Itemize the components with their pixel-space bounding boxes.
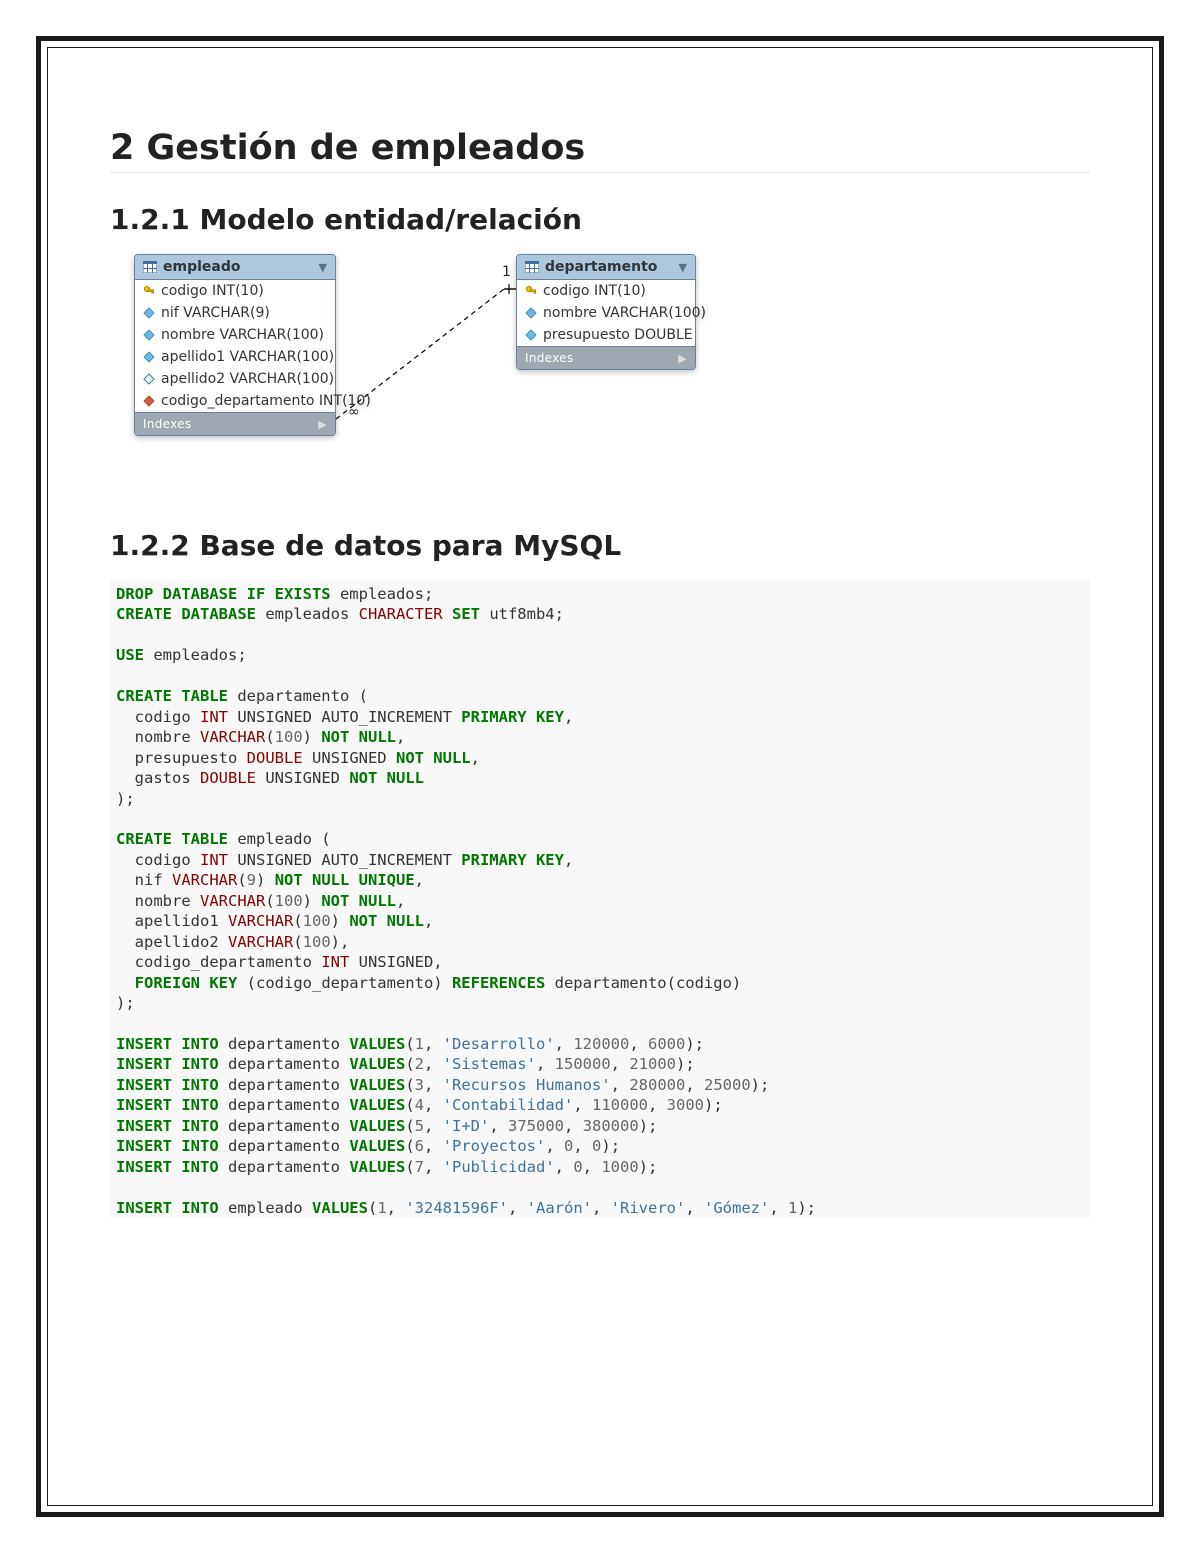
- er-table-departamento-header: departamento ▼: [517, 255, 695, 280]
- column-type-icon: [143, 373, 155, 385]
- er-column: apellido1 VARCHAR(100): [135, 346, 335, 368]
- er-column: codigo_departamento INT(10): [135, 390, 335, 412]
- er-column: nombre VARCHAR(100): [517, 302, 695, 324]
- column-definition: nif VARCHAR(9): [161, 305, 270, 321]
- play-icon: ▶: [318, 418, 327, 431]
- er-diagram: empleado ▼ codigo INT(10) nif VARCHAR(9) n…: [110, 254, 1090, 499]
- column-definition: nombre VARCHAR(100): [161, 327, 324, 343]
- er-column: nombre VARCHAR(100): [135, 324, 335, 346]
- collapse-icon: ▼: [319, 261, 327, 274]
- column-definition: codigo INT(10): [543, 283, 646, 299]
- collapse-icon: ▼: [679, 261, 687, 274]
- column-definition: presupuesto DOUBLE: [543, 327, 693, 343]
- play-icon: ▶: [678, 352, 687, 365]
- indexes-label: Indexes: [143, 417, 191, 431]
- er-table-departamento: departamento ▼ codigo INT(10) nombre VARC…: [516, 254, 696, 370]
- er-table-departamento-name: departamento: [545, 259, 657, 275]
- column-definition: nombre VARCHAR(100): [543, 305, 706, 321]
- page-border-outer: 2 Gestión de empleados 1.2.1 Modelo enti…: [36, 36, 1164, 1517]
- er-column: codigo INT(10): [517, 280, 695, 302]
- column-definition: apellido2 VARCHAR(100): [161, 371, 334, 387]
- er-table-empleado-columns: codigo INT(10) nif VARCHAR(9) nombre VARCH…: [135, 280, 335, 412]
- column-type-icon: [143, 285, 155, 297]
- column-definition: codigo INT(10): [161, 283, 264, 299]
- table-icon: [143, 261, 157, 273]
- column-definition: apellido1 VARCHAR(100): [161, 349, 334, 365]
- indexes-label: Indexes: [525, 351, 573, 365]
- table-icon: [525, 261, 539, 273]
- er-table-empleado-footer: Indexes ▶: [135, 412, 335, 435]
- er-table-departamento-columns: codigo INT(10) nombre VARCHAR(100) presupu…: [517, 280, 695, 346]
- er-relationship-line: [334, 269, 516, 434]
- er-table-empleado: empleado ▼ codigo INT(10) nif VARCHAR(9) n…: [134, 254, 336, 436]
- er-table-empleado-name: empleado: [163, 259, 241, 275]
- er-table-departamento-footer: Indexes ▶: [517, 346, 695, 369]
- cardinality-many-label: ∞: [348, 404, 360, 420]
- column-type-icon: [143, 395, 155, 407]
- er-column: presupuesto DOUBLE: [517, 324, 695, 346]
- column-type-icon: [143, 351, 155, 363]
- er-table-empleado-header: empleado ▼: [135, 255, 335, 280]
- column-type-icon: [525, 307, 537, 319]
- er-column: codigo INT(10): [135, 280, 335, 302]
- column-type-icon: [143, 307, 155, 319]
- sql-code-block: DROP DATABASE IF EXISTS empleados; CREAT…: [110, 580, 1090, 1218]
- subsection-er-title: 1.2.1 Modelo entidad/relación: [110, 203, 1090, 236]
- page-content: 2 Gestión de empleados 1.2.1 Modelo enti…: [47, 47, 1153, 1506]
- section-title: 2 Gestión de empleados: [110, 128, 1090, 173]
- subsection-sql-title: 1.2.2 Base de datos para MySQL: [110, 529, 1090, 562]
- er-column: apellido2 VARCHAR(100): [135, 368, 335, 390]
- page: 2 Gestión de empleados 1.2.1 Modelo enti…: [0, 0, 1200, 1553]
- cardinality-one-label: 1: [502, 264, 511, 280]
- column-type-icon: [143, 329, 155, 341]
- column-type-icon: [525, 329, 537, 341]
- column-type-icon: [525, 285, 537, 297]
- er-column: nif VARCHAR(9): [135, 302, 335, 324]
